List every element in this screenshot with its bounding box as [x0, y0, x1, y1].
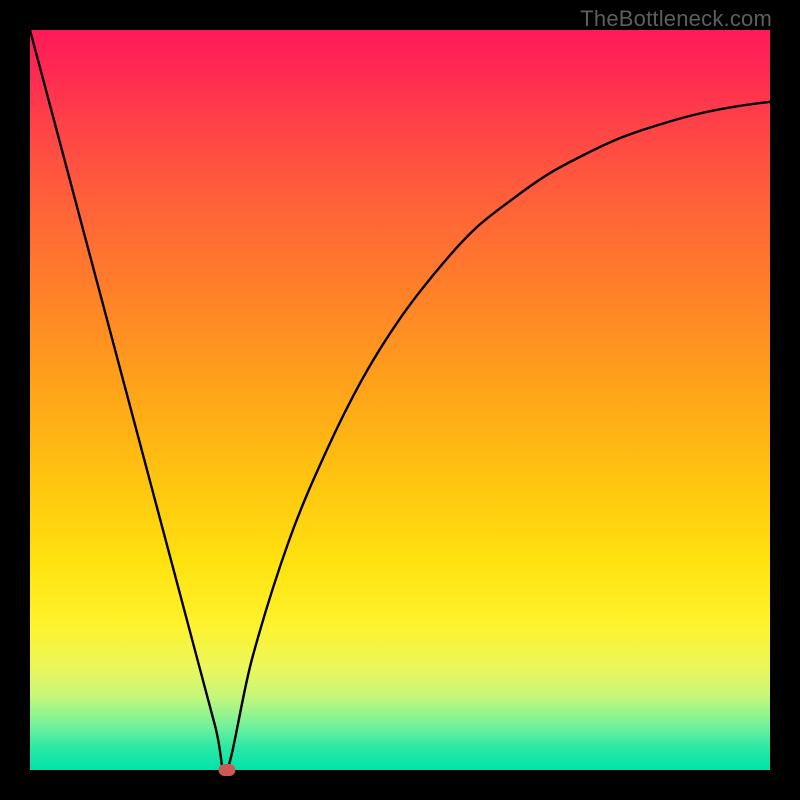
curve-path: [30, 30, 770, 773]
watermark-text: TheBottleneck.com: [580, 6, 772, 32]
minimum-marker: [218, 764, 235, 776]
plot-area: [30, 30, 770, 770]
chart-frame: TheBottleneck.com: [0, 0, 800, 800]
bottleneck-curve: [30, 30, 770, 770]
